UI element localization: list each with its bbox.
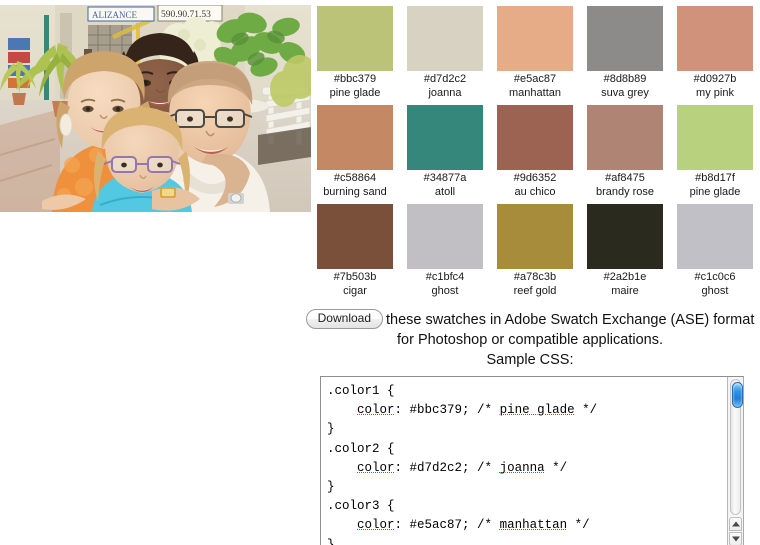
swatch-color-name: ghost — [431, 284, 459, 297]
swatch-color-name: brandy rose — [595, 185, 655, 198]
color-swatch-grid: #bbc379 pine glade #d7d2c2 joanna #e5ac8… — [317, 6, 753, 298]
swatch-item[interactable]: #8d8b89 suva grey — [587, 6, 663, 100]
download-blurb: Download these swatches in Adobe Swatch E… — [305, 309, 755, 370]
swatch-color-chip[interactable] — [587, 105, 663, 170]
swatch-caption: #c1bfc4 ghost — [407, 269, 483, 298]
swatch-color-name: pine glade — [329, 86, 381, 99]
swatch-color-name: maire — [611, 284, 639, 297]
swatch-color-name: suva grey — [601, 86, 649, 99]
swatch-color-name: reef gold — [513, 284, 557, 297]
sample-css-textarea[interactable]: .color1 { color: #bbc379; /* pine glade … — [320, 376, 744, 545]
scroll-down-arrow-icon[interactable] — [729, 532, 742, 545]
swatch-caption: #e5ac87 manhattan — [497, 71, 573, 100]
swatch-color-name: au chico — [514, 185, 556, 198]
blurb-line-2: for Photoshop or compatible applications… — [397, 332, 663, 349]
swatch-hex-code: #7b503b — [333, 271, 377, 283]
swatch-hex-code: #e5ac87 — [513, 73, 557, 85]
download-button[interactable]: Download — [305, 309, 384, 330]
swatch-hex-code: #2a2b1e — [603, 271, 647, 283]
swatch-caption: #b8d17f pine glade — [677, 170, 753, 199]
swatch-hex-code: #8d8b89 — [603, 73, 647, 85]
swatch-color-chip[interactable] — [497, 6, 573, 71]
swatch-caption: #d0927b my pink — [677, 71, 753, 100]
swatch-item[interactable]: #af8475 brandy rose — [587, 105, 663, 199]
swatch-caption: #bbc379 pine glade — [317, 71, 393, 100]
sample-css-content[interactable]: .color1 { color: #bbc379; /* pine glade … — [321, 377, 727, 545]
blurb-line-1: these swatches in Adobe Swatch Exchange … — [386, 312, 755, 328]
swatch-item[interactable]: #c1bfc4 ghost — [407, 204, 483, 298]
swatch-item[interactable]: #b8d17f pine glade — [677, 105, 753, 199]
swatch-color-chip[interactable] — [677, 105, 753, 170]
swatch-item[interactable]: #e5ac87 manhattan — [497, 6, 573, 100]
swatch-item[interactable]: #9d6352 au chico — [497, 105, 573, 199]
swatch-hex-code: #d0927b — [693, 73, 737, 85]
swatch-hex-code: #b8d17f — [695, 172, 735, 184]
swatch-caption: #34877a atoll — [407, 170, 483, 199]
swatch-item[interactable]: #c58864 burning sand — [317, 105, 393, 199]
swatch-color-name: burning sand — [323, 185, 387, 198]
source-photo: ALIZANCE 590.90.71.53 — [0, 5, 311, 212]
swatch-color-chip[interactable] — [407, 204, 483, 269]
swatch-caption: #9d6352 au chico — [497, 170, 573, 199]
swatch-color-name: cigar — [343, 284, 367, 297]
swatch-caption: #a78c3b reef gold — [497, 269, 573, 298]
swatch-hex-code: #9d6352 — [513, 172, 557, 184]
swatch-caption: #af8475 brandy rose — [587, 170, 663, 199]
scrollbar-thumb[interactable] — [732, 382, 743, 408]
swatch-color-name: ghost — [701, 284, 729, 297]
swatch-item[interactable]: #d7d2c2 joanna — [407, 6, 483, 100]
swatch-color-name: joanna — [428, 86, 462, 99]
blurb-line-3: Sample CSS: — [486, 352, 574, 369]
swatch-item[interactable]: #d0927b my pink — [677, 6, 753, 100]
swatch-hex-code: #d7d2c2 — [423, 73, 467, 85]
swatch-color-chip[interactable] — [587, 204, 663, 269]
photo-illustration: ALIZANCE 590.90.71.53 — [0, 5, 311, 212]
swatch-caption: #d7d2c2 joanna — [407, 71, 483, 100]
swatch-color-chip[interactable] — [407, 6, 483, 71]
scrollbar-track[interactable] — [730, 379, 743, 515]
swatch-caption: #8d8b89 suva grey — [587, 71, 663, 100]
swatch-hex-code: #c1bfc4 — [425, 271, 465, 283]
swatch-color-chip[interactable] — [317, 6, 393, 71]
swatch-hex-code: #34877a — [423, 172, 467, 184]
swatch-color-name: atoll — [434, 185, 456, 198]
swatch-color-name: pine glade — [689, 185, 741, 198]
swatch-caption: #c1c0c6 ghost — [677, 269, 753, 298]
swatch-color-name: manhattan — [509, 86, 561, 99]
swatch-item[interactable]: #7b503b cigar — [317, 204, 393, 298]
swatch-color-name: my pink — [696, 86, 734, 99]
swatch-caption: #c58864 burning sand — [317, 170, 393, 199]
swatch-color-chip[interactable] — [497, 204, 573, 269]
swatch-item[interactable]: #2a2b1e maire — [587, 204, 663, 298]
swatch-caption: #7b503b cigar — [317, 269, 393, 298]
swatch-item[interactable]: #c1c0c6 ghost — [677, 204, 753, 298]
swatch-hex-code: #c1c0c6 — [694, 271, 736, 283]
swatch-color-chip[interactable] — [407, 105, 483, 170]
swatch-color-chip[interactable] — [677, 204, 753, 269]
swatch-item[interactable]: #bbc379 pine glade — [317, 6, 393, 100]
swatch-item[interactable]: #a78c3b reef gold — [497, 204, 573, 298]
swatch-color-chip[interactable] — [587, 6, 663, 71]
textarea-scrollbar[interactable] — [727, 377, 743, 545]
swatch-hex-code: #c58864 — [333, 172, 377, 184]
swatch-color-chip[interactable] — [317, 204, 393, 269]
swatch-color-chip[interactable] — [317, 105, 393, 170]
swatch-color-chip[interactable] — [677, 6, 753, 71]
swatch-color-chip[interactable] — [497, 105, 573, 170]
scroll-up-arrow-icon[interactable] — [729, 517, 742, 531]
swatch-hex-code: #a78c3b — [513, 271, 557, 283]
swatch-caption: #2a2b1e maire — [587, 269, 663, 298]
swatch-item[interactable]: #34877a atoll — [407, 105, 483, 199]
swatch-hex-code: #af8475 — [605, 172, 645, 184]
swatch-hex-code: #bbc379 — [333, 73, 377, 85]
swatch-page: ALIZANCE 590.90.71.53 #bbc379 pine glade… — [0, 0, 760, 545]
